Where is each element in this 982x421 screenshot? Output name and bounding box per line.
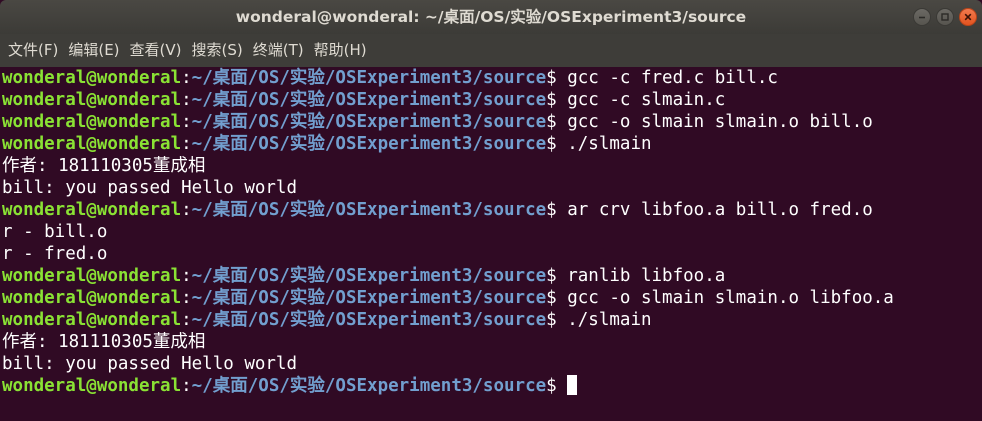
prompt-symbol: $ (546, 200, 557, 220)
prompt-path: ~/桌面/OS/实验/OSExperiment3/source (191, 112, 547, 132)
prompt-separator: : (181, 134, 192, 154)
output-line: r - fred.o (2, 243, 982, 265)
output-line: 作者: 181110305董成相 (2, 155, 982, 177)
prompt-path: ~/桌面/OS/实验/OSExperiment3/source (191, 376, 547, 396)
command-text: gcc -o slmain slmain.o bill.o (556, 112, 873, 132)
command-line: wonderal@wonderal:~/桌面/OS/实验/OSExperimen… (2, 287, 982, 309)
prompt-user: wonderal@wonderal (2, 68, 182, 88)
menu-terminal[interactable]: 终端(T) (249, 34, 308, 67)
terminal-window: wonderal@wonderal: ~/桌面/OS/实验/OSExperime… (0, 0, 982, 421)
minimize-button[interactable] (913, 8, 931, 26)
prompt-symbol: $ (546, 90, 557, 110)
prompt-path: ~/桌面/OS/实验/OSExperiment3/source (191, 200, 547, 220)
command-line: wonderal@wonderal:~/桌面/OS/实验/OSExperimen… (2, 111, 982, 133)
maximize-icon (941, 13, 949, 21)
output-text: bill: you passed Hello world (2, 354, 298, 374)
output-text: r - fred.o (2, 244, 108, 264)
prompt-user: wonderal@wonderal (2, 90, 182, 110)
prompt-symbol: $ (546, 376, 557, 396)
menu-search[interactable]: 搜索(S) (188, 34, 247, 67)
window-title: wonderal@wonderal: ~/桌面/OS/实验/OSExperime… (235, 8, 747, 26)
prompt-path: ~/桌面/OS/实验/OSExperiment3/source (191, 266, 547, 286)
prompt-path: ~/桌面/OS/实验/OSExperiment3/source (191, 288, 547, 308)
command-text: ranlib libfoo.a (556, 266, 726, 286)
command-line: wonderal@wonderal:~/桌面/OS/实验/OSExperimen… (2, 89, 982, 111)
prompt-symbol: $ (546, 112, 557, 132)
window-controls (913, 8, 977, 26)
prompt-user: wonderal@wonderal (2, 310, 182, 330)
output-line: 作者: 181110305董成相 (2, 331, 982, 353)
command-text: ./slmain (556, 310, 652, 330)
menu-file[interactable]: 文件(F) (4, 34, 62, 67)
text-cursor (566, 375, 577, 395)
command-text: ar crv libfoo.a bill.o fred.o (556, 200, 873, 220)
prompt-symbol: $ (546, 134, 557, 154)
prompt-symbol: $ (546, 288, 557, 308)
prompt-separator: : (181, 90, 192, 110)
prompt-separator: : (181, 200, 192, 220)
prompt-separator: : (181, 266, 192, 286)
close-button[interactable] (959, 8, 977, 26)
prompt-separator: : (181, 288, 192, 308)
command-text: ./slmain (556, 134, 652, 154)
prompt-user: wonderal@wonderal (2, 112, 182, 132)
prompt-separator: : (181, 112, 192, 132)
prompt-separator: : (181, 376, 192, 396)
prompt-user: wonderal@wonderal (2, 200, 182, 220)
prompt-path: ~/桌面/OS/实验/OSExperiment3/source (191, 68, 547, 88)
menu-help[interactable]: 帮助(H) (310, 34, 371, 67)
command-line: wonderal@wonderal:~/桌面/OS/实验/OSExperimen… (2, 133, 982, 155)
output-text: bill: you passed Hello world (2, 178, 298, 198)
maximize-button[interactable] (936, 8, 954, 26)
active-prompt-line: wonderal@wonderal:~/桌面/OS/实验/OSExperimen… (2, 375, 982, 397)
prompt-user: wonderal@wonderal (2, 288, 182, 308)
title-bar[interactable]: wonderal@wonderal: ~/桌面/OS/实验/OSExperime… (0, 0, 982, 34)
output-text: 作者: 181110305董成相 (2, 332, 206, 352)
prompt-symbol: $ (546, 68, 557, 88)
output-text: r - bill.o (2, 222, 108, 242)
menu-view[interactable]: 查看(V) (126, 34, 186, 67)
output-line: bill: you passed Hello world (2, 177, 982, 199)
prompt-symbol: $ (546, 310, 557, 330)
close-icon (964, 13, 972, 21)
command-line: wonderal@wonderal:~/桌面/OS/实验/OSExperimen… (2, 67, 982, 89)
terminal-output[interactable]: wonderal@wonderal:~/桌面/OS/实验/OSExperimen… (0, 67, 982, 421)
minimize-icon (919, 16, 925, 19)
prompt-user: wonderal@wonderal (2, 376, 182, 396)
prompt-symbol: $ (546, 266, 557, 286)
prompt-separator: : (181, 68, 192, 88)
prompt-path: ~/桌面/OS/实验/OSExperiment3/source (191, 310, 547, 330)
command-text: gcc -c fred.c bill.c (556, 68, 778, 88)
command-text: gcc -o slmain slmain.o libfoo.a (556, 288, 894, 308)
prompt-user: wonderal@wonderal (2, 134, 182, 154)
output-line: bill: you passed Hello world (2, 353, 982, 375)
prompt-separator: : (181, 310, 192, 330)
menu-edit[interactable]: 编辑(E) (64, 34, 123, 67)
command-line: wonderal@wonderal:~/桌面/OS/实验/OSExperimen… (2, 265, 982, 287)
output-text: 作者: 181110305董成相 (2, 156, 206, 176)
prompt-user: wonderal@wonderal (2, 266, 182, 286)
prompt-path: ~/桌面/OS/实验/OSExperiment3/source (191, 134, 547, 154)
command-line: wonderal@wonderal:~/桌面/OS/实验/OSExperimen… (2, 309, 982, 331)
menu-bar: 文件(F) 编辑(E) 查看(V) 搜索(S) 终端(T) 帮助(H) (0, 34, 982, 67)
command-line: wonderal@wonderal:~/桌面/OS/实验/OSExperimen… (2, 199, 982, 221)
output-line: r - bill.o (2, 221, 982, 243)
command-text: gcc -c slmain.c (556, 90, 726, 110)
prompt-path: ~/桌面/OS/实验/OSExperiment3/source (191, 90, 547, 110)
